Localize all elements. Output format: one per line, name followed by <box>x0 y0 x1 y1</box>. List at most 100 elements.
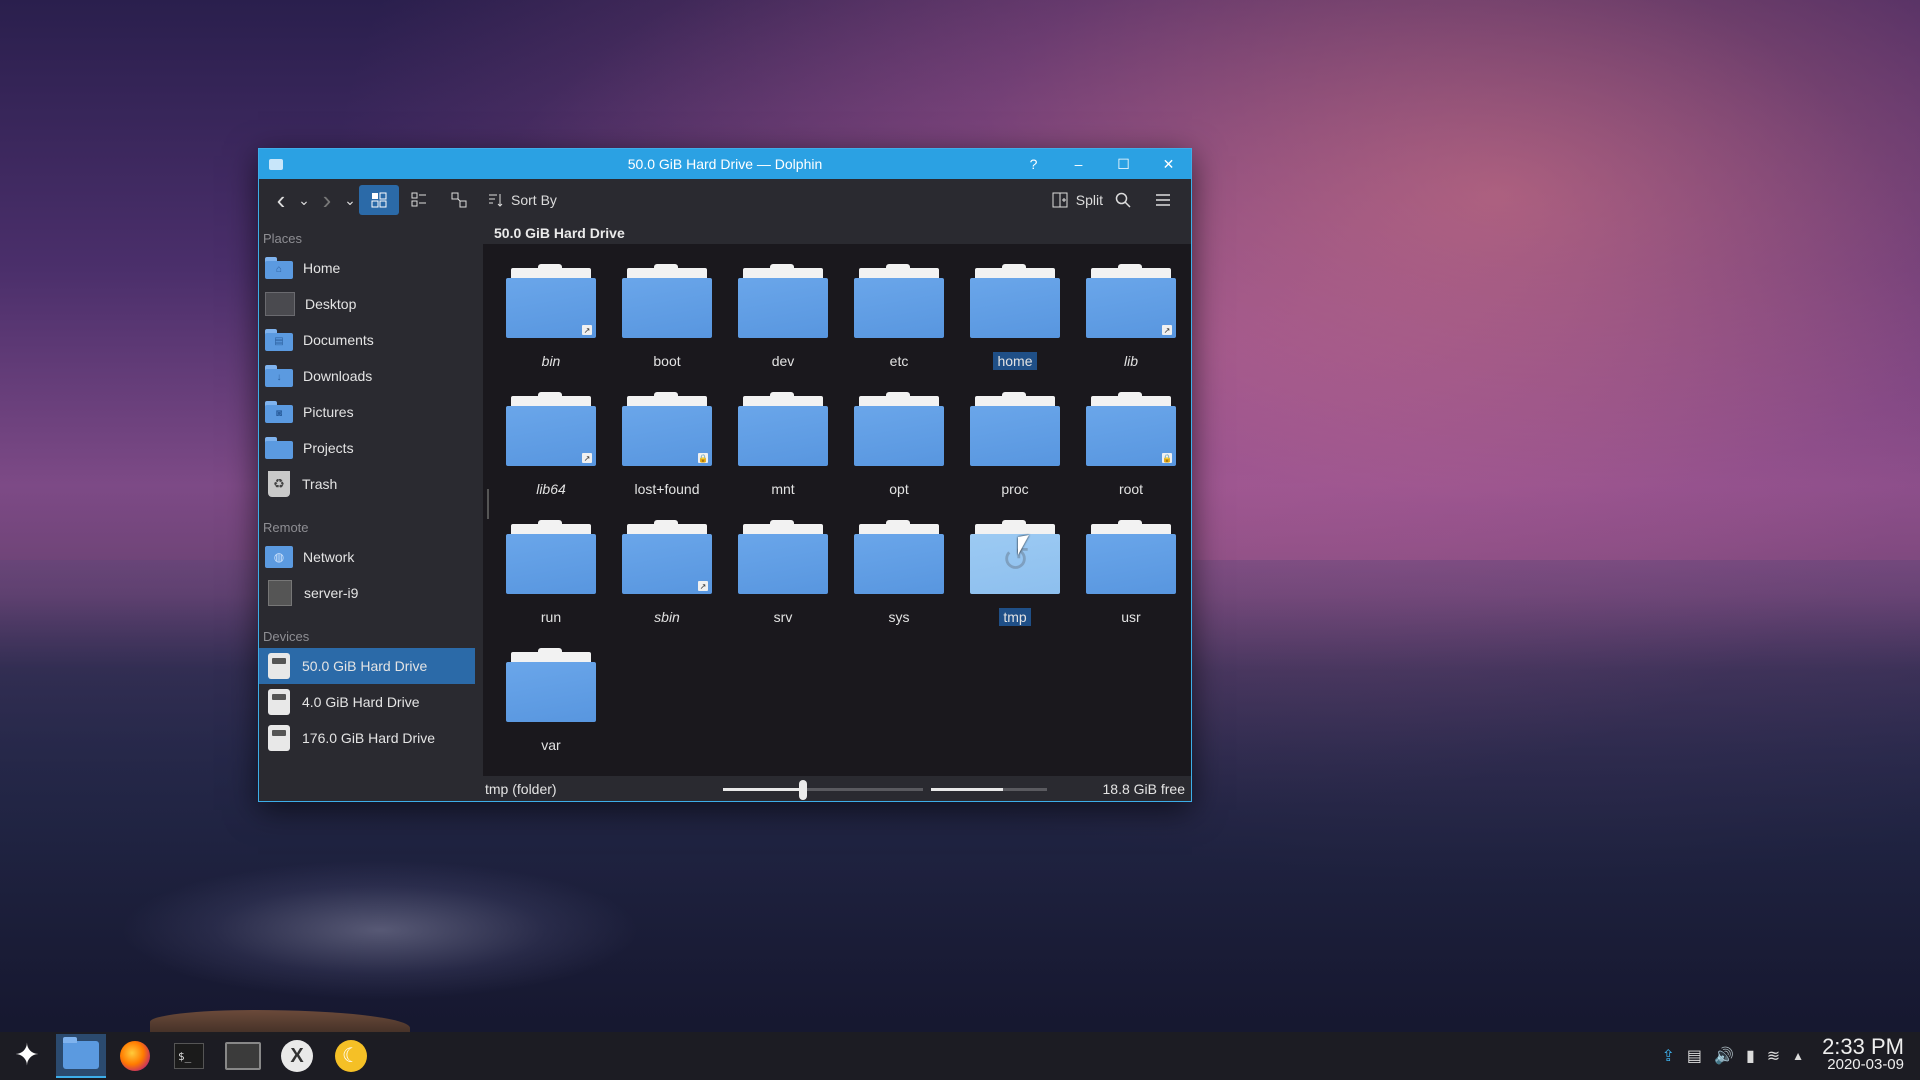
folder-icon: ↗ <box>506 264 596 339</box>
folder-icon <box>854 264 944 339</box>
sidebar-item-50-0-gib-hard-drive[interactable]: 50.0 GiB Hard Drive <box>259 648 475 684</box>
window-titlebar[interactable]: 50.0 GiB Hard Drive — Dolphin ? – ☐ ✕ <box>259 149 1191 179</box>
task-system-monitor[interactable] <box>218 1034 268 1078</box>
sidebar-item-home[interactable]: ⌂ Home <box>259 250 483 286</box>
task-firefox[interactable] <box>110 1034 160 1078</box>
sidebar-item-downloads[interactable]: ↓ Downloads <box>259 358 483 394</box>
mouse-cursor <box>1018 535 1029 555</box>
sidebar-item-desktop[interactable]: Desktop <box>259 286 483 322</box>
launcher-icon: ✦ <box>14 1039 40 1072</box>
sidebar-item-network[interactable]: ◍ Network <box>259 539 483 575</box>
folder-item-sys[interactable]: sys <box>841 520 957 648</box>
details-view-button[interactable] <box>439 185 479 215</box>
sidebar-item-projects[interactable]: Projects <box>259 430 483 466</box>
forward-icon: › <box>322 185 332 215</box>
battery-icon[interactable]: ▮ <box>1746 1046 1755 1066</box>
home-folder-icon: ⌂ <box>265 257 293 279</box>
close-button[interactable]: ✕ <box>1146 149 1191 179</box>
folder-grid: ↗ bin boot dev etc home ↗ lib ↗ lib64 🔒 lost+found m… <box>483 244 1191 777</box>
folder-item-lib[interactable]: ↗ lib <box>1073 264 1189 392</box>
sidebar-item-label: Home <box>303 260 341 276</box>
compact-view-button[interactable] <box>399 185 439 215</box>
clipboard-icon[interactable]: ▤ <box>1687 1046 1702 1066</box>
sort-by-label: Sort By <box>511 192 557 208</box>
search-button[interactable] <box>1103 185 1143 215</box>
digital-clock[interactable]: 2:33 PM 2020-03-09 <box>1822 1036 1904 1074</box>
folder-label: opt <box>889 481 909 498</box>
sidebar-item-trash[interactable]: ♻ Trash <box>259 466 483 502</box>
window-controls: ? – ☐ ✕ <box>1011 149 1191 179</box>
folder-label: dev <box>771 353 795 370</box>
hamburger-menu-icon <box>1156 194 1170 206</box>
folder-label: srv <box>773 609 793 626</box>
folder-icon <box>854 520 944 595</box>
sidebar-item-4-0-gib-hard-drive[interactable]: 4.0 GiB Hard Drive <box>259 684 483 720</box>
sidebar-item-documents[interactable]: ▤ Documents <box>259 322 483 358</box>
devices-list: 50.0 GiB Hard Drive 4.0 GiB Hard Drive 176… <box>259 648 483 756</box>
folder-label: boot <box>653 353 681 370</box>
folder-item-sbin[interactable]: ↗ sbin <box>609 520 725 648</box>
main-view: 50.0 GiB Hard Drive ↗ bin boot dev etc home ↗ l… <box>483 221 1191 801</box>
folder-item-root[interactable]: 🔒 root <box>1073 392 1189 520</box>
hamburger-menu-button[interactable] <box>1143 185 1183 215</box>
folder-item-bin[interactable]: ↗ bin <box>493 264 609 392</box>
panel-resize-handle[interactable] <box>487 489 489 519</box>
server-icon <box>268 580 292 606</box>
folder-item-srv[interactable]: srv <box>725 520 841 648</box>
location-breadcrumb[interactable]: 50.0 GiB Hard Drive <box>483 221 1191 245</box>
zoom-slider-fill <box>723 788 803 792</box>
folder-icon <box>738 392 828 467</box>
forward-history-button[interactable]: ⌄ <box>341 185 359 215</box>
places-section-label: Places <box>263 231 303 246</box>
back-history-button[interactable]: ⌄ <box>295 185 313 215</box>
network-icon: ◍ <box>265 546 293 568</box>
split-label: Split <box>1075 192 1103 208</box>
sidebar-item-pictures[interactable]: ◙ Pictures <box>259 394 483 430</box>
task-x-app[interactable]: X <box>272 1034 322 1078</box>
folder-icon <box>622 264 712 339</box>
folder-item-opt[interactable]: opt <box>841 392 957 520</box>
folder-label: sys <box>888 609 910 626</box>
app-launcher-button[interactable]: ✦ <box>2 1034 52 1078</box>
task-yellow-app[interactable]: ☾ <box>326 1034 376 1078</box>
folder-item-mnt[interactable]: mnt <box>725 392 841 520</box>
symlink-emblem-icon: ↗ <box>698 581 708 592</box>
updates-icon[interactable]: ⇪ <box>1662 1046 1675 1066</box>
minimize-button[interactable]: – <box>1056 149 1101 179</box>
task-terminal[interactable]: $_ <box>164 1034 214 1078</box>
folder-icon: ↗ <box>622 520 712 595</box>
sidebar-item-server-i9[interactable]: server-i9 <box>259 575 483 611</box>
folder-item-run[interactable]: run <box>493 520 609 648</box>
folder-item-home[interactable]: home <box>957 264 1073 392</box>
folder-item-lost-found[interactable]: 🔒 lost+found <box>609 392 725 520</box>
desktop-icon <box>265 292 295 316</box>
folder-item-dev[interactable]: dev <box>725 264 841 392</box>
sidebar-item-label: 4.0 GiB Hard Drive <box>302 694 420 710</box>
folder-icon <box>970 264 1060 339</box>
folder-item-usr[interactable]: usr <box>1073 520 1189 648</box>
folder-item-var[interactable]: var <box>493 648 609 776</box>
sort-by-button[interactable]: Sort By <box>487 185 557 215</box>
split-button[interactable]: Split <box>1052 185 1103 215</box>
projects-folder-icon <box>265 437 293 459</box>
network-icon[interactable]: ≋ <box>1767 1046 1780 1066</box>
folder-icon <box>970 392 1060 467</box>
icons-view-button[interactable] <box>359 185 399 215</box>
back-button[interactable]: ‹ <box>267 185 295 215</box>
folder-item-tmp[interactable]: ↺ tmp <box>957 520 1073 648</box>
folder-item-proc[interactable]: proc <box>957 392 1073 520</box>
disk-free-text[interactable]: 18.8 GiB free <box>1103 781 1186 797</box>
forward-button[interactable]: › <box>313 185 341 215</box>
sidebar-item-176-0-gib-hard-drive[interactable]: 176.0 GiB Hard Drive <box>259 720 483 756</box>
details-view-icon <box>451 192 467 208</box>
zoom-slider-handle[interactable] <box>799 780 807 801</box>
folder-item-boot[interactable]: boot <box>609 264 725 392</box>
folder-label: lib64 <box>536 481 566 498</box>
task-dolphin[interactable] <box>56 1034 106 1078</box>
help-button[interactable]: ? <box>1011 149 1056 179</box>
folder-item-lib64[interactable]: ↗ lib64 <box>493 392 609 520</box>
tray-expand-icon[interactable]: ▲ <box>1792 1049 1804 1063</box>
volume-icon[interactable]: 🔊 <box>1714 1046 1734 1066</box>
maximize-button[interactable]: ☐ <box>1101 149 1146 179</box>
folder-item-etc[interactable]: etc <box>841 264 957 392</box>
